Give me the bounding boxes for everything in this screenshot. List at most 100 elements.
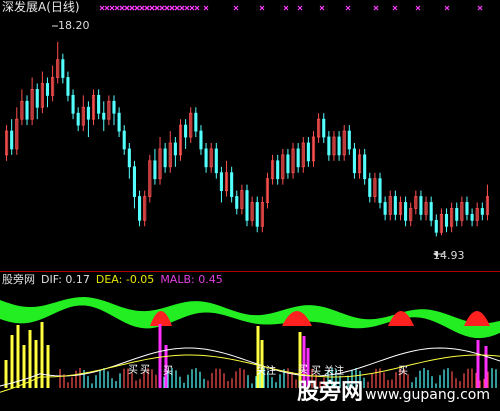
candle-body: [61, 59, 65, 78]
signal-marker: [345, 5, 351, 11]
indicator-band-red: [464, 311, 490, 326]
signal-marker: [319, 5, 325, 11]
candle-body: [255, 202, 259, 227]
candle-body: [153, 160, 157, 180]
chart-title: 深发展A(日线): [2, 0, 80, 14]
candle: [291, 142, 295, 179]
candle-body: [306, 142, 310, 162]
indicator-name: 股旁网: [2, 273, 35, 286]
signal-marker: [392, 5, 398, 11]
candle: [286, 148, 290, 179]
candle-body: [204, 148, 208, 168]
candle: [332, 131, 336, 161]
candle: [30, 77, 34, 126]
candle-body: [276, 160, 280, 180]
candle-body: [184, 124, 188, 138]
watermark-url: www.gupang.com: [365, 387, 490, 403]
candle: [40, 71, 44, 114]
signal-marker: [189, 5, 195, 11]
candle: [76, 107, 80, 132]
candle: [271, 154, 275, 185]
signal-marker: [297, 5, 303, 11]
candle: [368, 172, 372, 203]
candle: [337, 131, 341, 161]
candle: [255, 196, 259, 233]
candle: [378, 172, 382, 209]
candle: [81, 95, 85, 132]
candle-body: [173, 142, 177, 156]
candle-body: [337, 136, 341, 156]
candle: [419, 190, 423, 221]
event-label: 买: [298, 365, 308, 376]
candle-body: [71, 94, 75, 114]
signal-marker: [373, 5, 379, 11]
candle-body: [194, 112, 198, 132]
candle-body: [347, 130, 351, 150]
candle-body: [76, 112, 80, 126]
event-label: 买: [140, 365, 150, 376]
signal-marker: [164, 5, 170, 11]
candle-body: [363, 154, 367, 180]
candle-body: [235, 196, 239, 209]
candle: [86, 101, 90, 138]
candle: [470, 208, 474, 227]
candle: [296, 142, 300, 173]
candle-body: [102, 112, 106, 120]
candle: [168, 131, 172, 173]
candle-body: [444, 213, 449, 227]
candle: [204, 142, 208, 173]
candle-body: [199, 130, 203, 150]
event-label: 关注: [256, 366, 276, 377]
candle: [276, 154, 280, 185]
signal-marker: [233, 5, 239, 11]
candle-body: [132, 166, 137, 197]
candle: [148, 154, 152, 203]
candle: [107, 95, 111, 126]
candle: [465, 196, 469, 221]
signal-marker: [477, 5, 483, 11]
signal-marker: [169, 5, 175, 11]
signal-marker: [179, 5, 185, 11]
indicator-legend: 股旁网 DIF: 0.17 DEA: -0.05 MALB: 0.45: [2, 274, 223, 286]
candle: [306, 137, 310, 167]
candle: [357, 148, 362, 179]
signal-marker: [124, 5, 130, 11]
candle: [71, 89, 75, 120]
candle-body: [35, 89, 39, 108]
candle: [388, 190, 392, 221]
candle: [143, 190, 147, 227]
signal-marker: [283, 5, 289, 11]
candle: [219, 166, 223, 203]
signal-marker: [104, 5, 110, 11]
event-label: 买: [128, 365, 138, 376]
candle-body: [419, 196, 423, 215]
signal-marker: [194, 5, 200, 11]
candle-body: [352, 148, 356, 174]
candle: [224, 160, 229, 197]
candle: [56, 41, 60, 84]
signal-marker: [203, 5, 209, 11]
candle-body: [112, 100, 116, 114]
candle-body: [480, 208, 484, 215]
candle: [363, 148, 367, 185]
candle-body: [434, 219, 438, 233]
candle: [153, 148, 157, 185]
candle: [434, 214, 438, 237]
signal-marker: [259, 5, 265, 11]
candle-body: [10, 130, 14, 150]
candle: [260, 196, 264, 233]
candle-body: [219, 172, 223, 191]
candle-body: [138, 196, 142, 221]
candle-body: [429, 202, 433, 221]
candle: [194, 107, 198, 138]
watermark: 股旁网 www.gupang.com: [297, 381, 490, 407]
price-arrows: [52, 25, 444, 257]
candle: [409, 202, 413, 227]
candle: [91, 89, 96, 126]
candle: [460, 196, 464, 227]
event-label: 买: [311, 366, 321, 377]
candle: [265, 172, 270, 209]
candle: [301, 137, 305, 173]
candle-body: [163, 148, 167, 168]
candle-body: [368, 178, 372, 197]
